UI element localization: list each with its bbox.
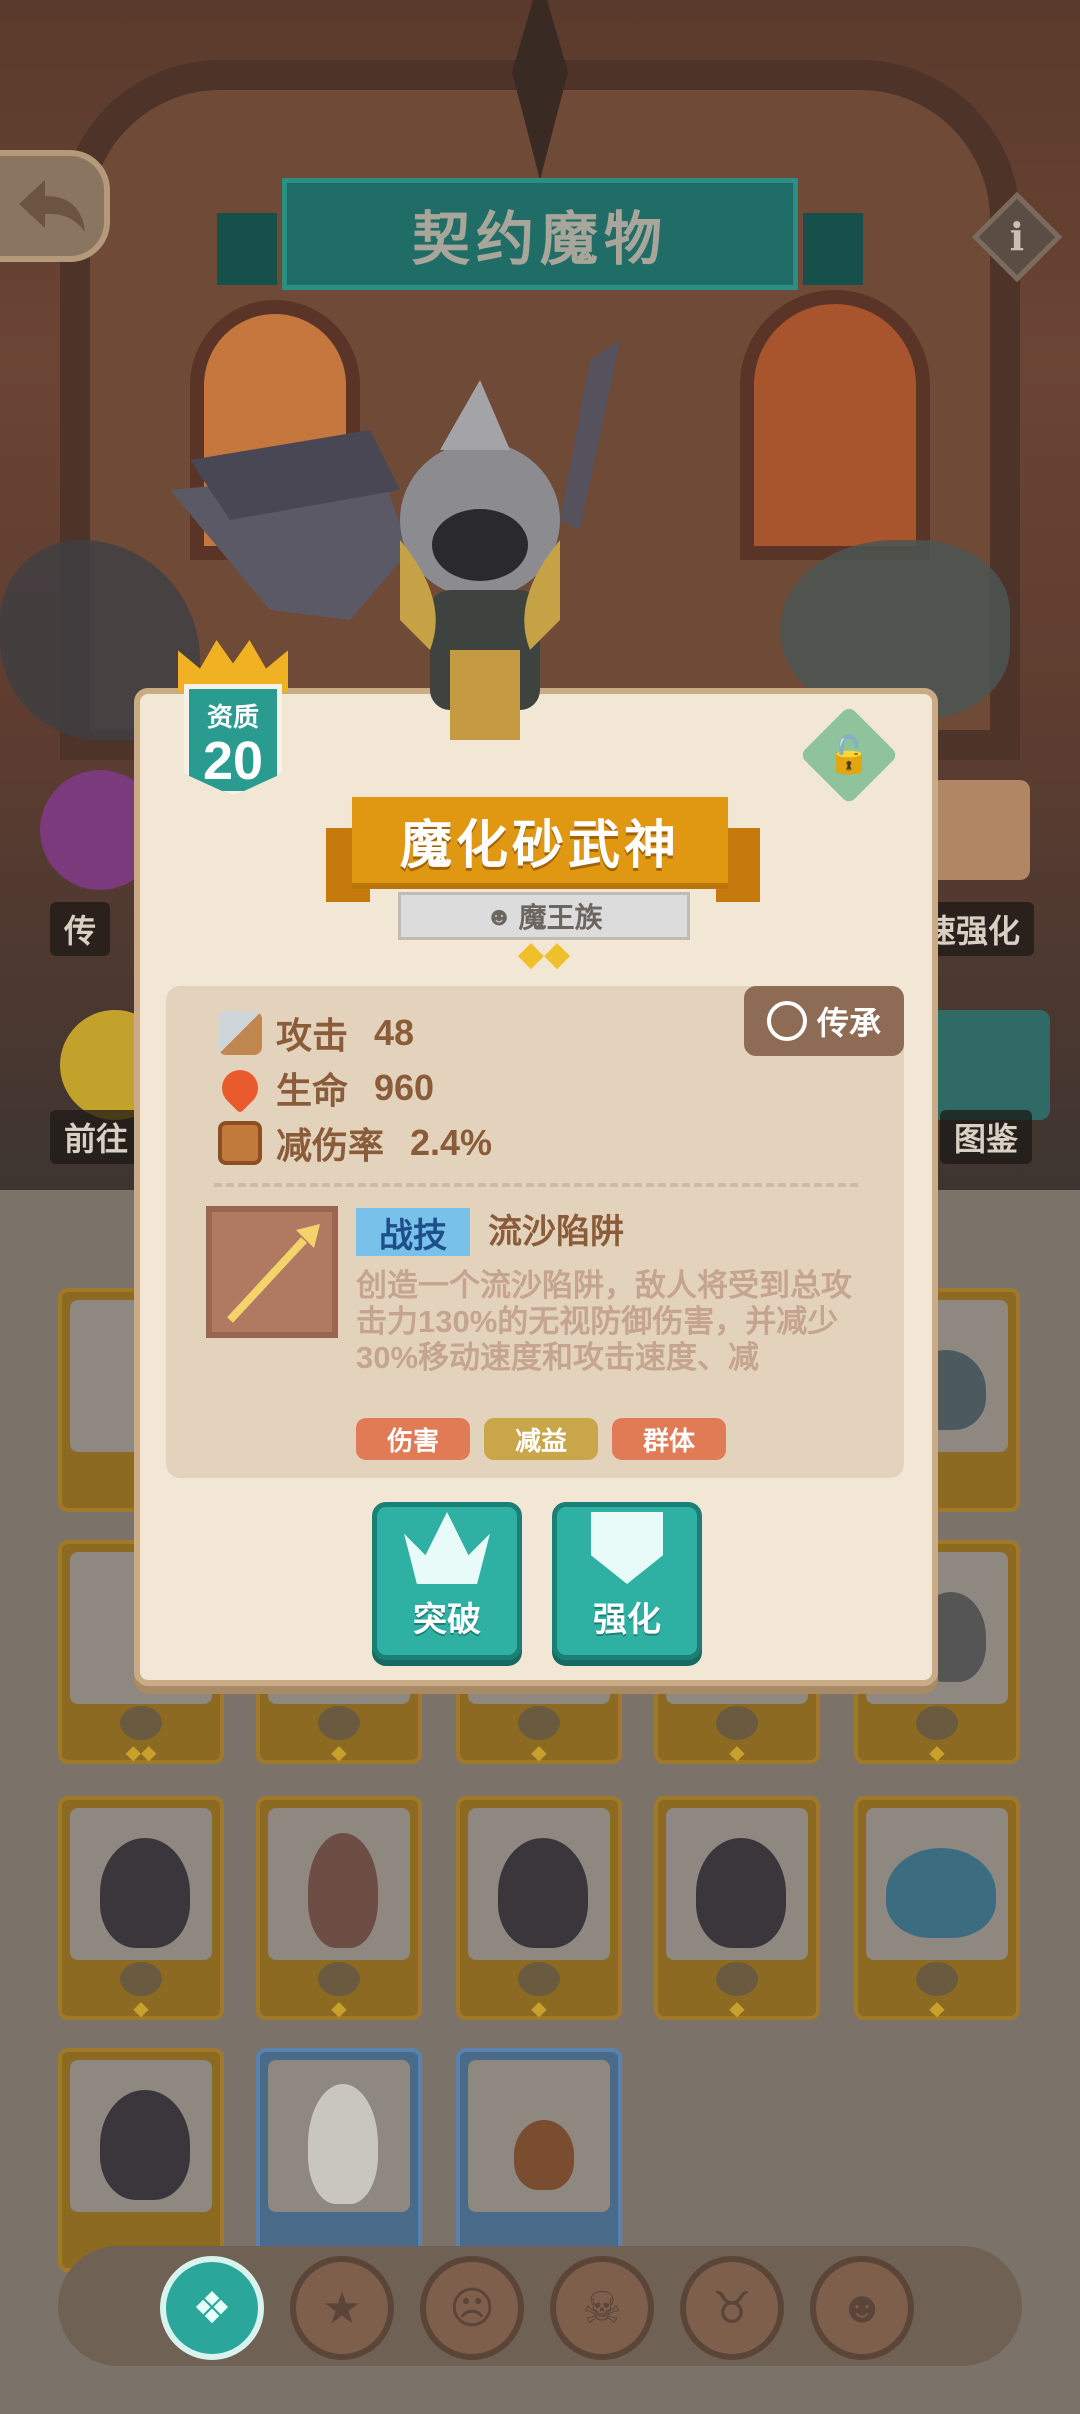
lock-button[interactable]: 🔓 [799,705,899,805]
side-label-left-top[interactable]: 传 [50,902,111,956]
monster-name: 魔化砂武神 [399,816,680,875]
monster-card[interactable]: ◆ [58,1796,224,2020]
stat-label: 减伤率 [276,1125,385,1166]
horned-skull-icon: ♉ [712,2283,752,2333]
stat-damage-reduction: 减伤率 2.4% [218,1117,492,1169]
divider [214,1183,858,1187]
monster-card[interactable]: ◆ [256,1796,422,2020]
shield-icon [218,1121,262,1165]
skill-type-badge: 战技 [356,1208,470,1256]
demon-race-icon: ☻ [485,900,513,931]
grade-value: 20 [202,731,264,791]
title-banner: 契约魔物 [217,178,863,290]
skill-description: 创造一个流沙陷阱，敌人将受到总攻击力130%的无视防御伤害，并减少30%移动速度… [356,1268,852,1375]
skill-icon[interactable] [206,1206,338,1338]
demon-face-icon: ☹ [449,2283,495,2333]
flame-skull-icon: ☠ [582,2283,622,2333]
nav-star-egg[interactable]: ★ [290,2256,394,2360]
race-tag: ☻ 魔王族 [398,892,690,940]
name-banner: 魔化砂武神 [352,797,728,889]
nav-demon-face[interactable]: ☹ [420,2256,524,2360]
heart-icon [214,1062,266,1114]
sword-icon [218,1011,262,1055]
inherit-button[interactable]: 传承 [744,986,904,1056]
nav-horned-skull[interactable]: ♉ [680,2256,784,2360]
skill-tag: 群体 [612,1418,726,1460]
monster-card[interactable]: ◆ [456,1796,622,2020]
side-label-left-bottom[interactable]: 前往 [50,1110,143,1164]
stat-health: 生命 960 [214,1062,435,1114]
skill-name: 流沙陷阱 [488,1213,624,1251]
skill-tag: 伤害 [356,1418,470,1460]
crown-icon [404,1512,490,1584]
stat-label: 生命 [276,1070,349,1111]
breakthrough-label: 突破 [413,1601,481,1639]
page-title: 契约魔物 [411,207,668,272]
all-monsters-icon: ❖ [192,2283,232,2333]
monster-card[interactable]: ◆ [654,1796,820,2020]
race-label: 魔王族 [518,902,603,933]
inherit-label: 传承 [816,1005,881,1041]
monster-card[interactable]: ◆ [854,1796,1020,2020]
monster-card[interactable] [58,2048,224,2272]
grade-badge: 资质 20 [178,640,288,800]
unlock-icon: 🔓 [826,734,872,775]
stat-value: 960 [374,1067,435,1108]
skill-tag: 减益 [484,1418,598,1460]
shield-sword-icon [591,1512,663,1584]
info-icon: i [1009,214,1025,259]
stat-value: 48 [374,1012,415,1053]
nav-all-monsters[interactable]: ❖ [160,2256,264,2360]
spear-icon [227,1224,320,1323]
breakthrough-button[interactable]: 突破 [372,1502,522,1660]
grade-shield: 资质 20 [184,684,282,796]
monster-card[interactable] [456,2048,622,2272]
stat-label: 攻击 [276,1015,349,1056]
star-egg-icon: ★ [322,2283,362,2333]
enhance-button[interactable]: 强化 [552,1502,702,1660]
nav-devil-face[interactable]: ☻ [810,2256,914,2360]
star-rating: ◆◆ [517,935,571,973]
grade-label: 资质 [206,702,259,732]
back-button[interactable] [0,150,110,262]
stat-attack: 攻击 48 [218,1007,414,1059]
inherit-icon [766,1001,807,1041]
back-arrow-icon [19,180,85,232]
enhance-label: 强化 [593,1601,661,1639]
devil-face-icon: ☻ [838,2283,886,2332]
monster-card[interactable] [256,2048,422,2272]
nav-flame-skull[interactable]: ☠ [550,2256,654,2360]
side-label-right-bottom[interactable]: 图鉴 [940,1110,1033,1164]
stat-value: 2.4% [410,1122,493,1163]
